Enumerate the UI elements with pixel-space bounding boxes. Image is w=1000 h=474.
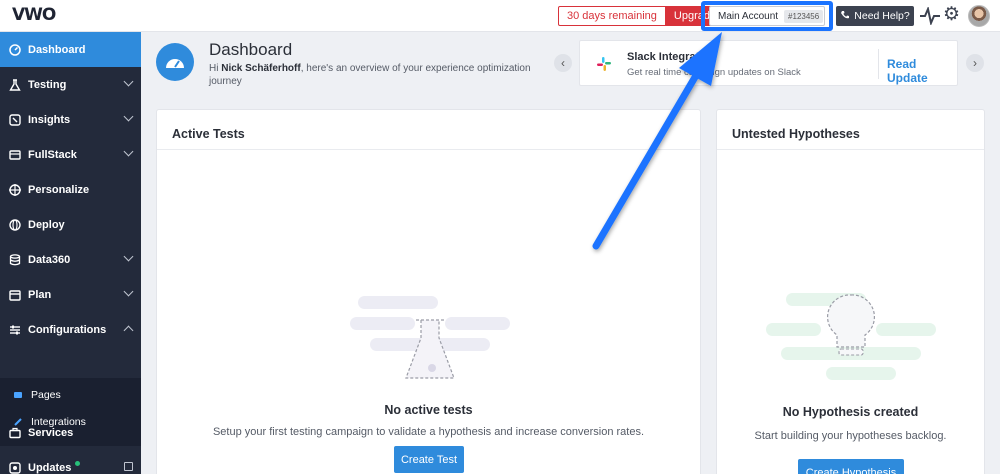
hypotheses-panel: Untested Hypotheses No Hypothesis create… — [716, 109, 985, 474]
announcement-card: Slack Integrat Get real time campaign up… — [579, 40, 958, 86]
sidebar-item-deploy[interactable]: Deploy — [0, 207, 141, 242]
trial-days-remaining: 30 days remaining — [558, 6, 666, 26]
sidebar-item-label: Deploy — [28, 218, 65, 231]
chevron-down-icon — [123, 111, 134, 122]
sidebar-item-fullstack[interactable]: FullStack — [0, 137, 141, 172]
sidebar-item-label: FullStack — [28, 148, 77, 161]
sidebar-item-personalize[interactable]: Personalize — [0, 172, 141, 207]
account-id: #123456 — [784, 9, 824, 23]
sidebar-item-plan[interactable]: Plan — [0, 277, 141, 312]
create-test-button[interactable]: Create Test — [394, 446, 464, 473]
phone-icon — [840, 10, 850, 23]
active-tests-title: Active Tests — [157, 110, 700, 150]
activity-icon[interactable] — [920, 7, 940, 25]
chevron-up-icon — [123, 325, 134, 336]
need-help-button[interactable]: Need Help? — [836, 6, 914, 26]
announcement-desc: Get real time campaign updates on Slack — [627, 67, 801, 78]
announcement-desc-visible: Get real time ca — [627, 67, 695, 78]
page-greeting: Hi Nick Schäferhoff, here's an overview … — [209, 62, 539, 88]
sidebar-item-label: Configurations — [28, 323, 107, 336]
empty-state-desc: Setup your first testing campaign to val… — [212, 426, 645, 438]
sliders-icon — [8, 323, 22, 337]
sidebar-item-label: Plan — [28, 288, 52, 301]
sidebar-item-services[interactable]: Services — [0, 415, 141, 450]
deploy-icon — [8, 218, 22, 232]
sidebar-item-label: Testing — [28, 78, 67, 91]
account-name: Main Account — [718, 10, 779, 22]
divider — [878, 49, 879, 79]
chevron-down-icon — [123, 146, 134, 157]
external-link-icon — [124, 462, 133, 471]
empty-state-title: No active tests — [384, 403, 473, 417]
empty-state-title: No Hypothesis created — [782, 405, 919, 419]
hypotheses-title: Untested Hypotheses — [717, 110, 984, 150]
trial-banner: 30 days remaining Upgrade — [558, 6, 725, 26]
page-title: Dashboard — [209, 40, 293, 59]
top-bar: VWO 30 days remaining Upgrade Main Accou… — [0, 0, 1000, 32]
sidebar-item-label: Services — [28, 426, 74, 439]
sidebar-item-label: Dashboard — [28, 43, 86, 56]
empty-state-desc: Start building your hypotheses backlog. — [754, 430, 947, 442]
chevron-down-icon — [123, 251, 134, 262]
sidebar-item-insights[interactable]: Insights — [0, 102, 141, 137]
avatar[interactable] — [968, 5, 990, 27]
create-hypothesis-button[interactable]: Create Hypothesis — [798, 459, 904, 474]
dashboard-gauge-icon — [156, 43, 194, 81]
announcement-desc-rest: mpaign updates on Slack — [694, 67, 801, 78]
dashboard-icon — [8, 43, 22, 57]
target-icon — [8, 183, 22, 197]
sidebar-item-testing[interactable]: Testing — [0, 67, 141, 102]
greeting-prefix: Hi — [209, 63, 222, 74]
sidebar-item-label: Insights — [28, 113, 71, 126]
calendar-icon — [8, 288, 22, 302]
user-name: Nick Schäferhoff — [221, 63, 301, 74]
vwo-logo[interactable]: VWO — [12, 5, 56, 25]
database-icon — [8, 253, 22, 267]
briefcase-icon — [8, 426, 22, 440]
flask-icon — [8, 78, 22, 92]
sidebar-item-label: Updates — [28, 461, 72, 474]
sidebar-subitem-pages[interactable]: Pages — [0, 381, 141, 408]
lightbulb-illustration-icon — [766, 293, 936, 380]
sidebar-item-updates[interactable]: Updates — [0, 450, 141, 474]
sidebar-item-data360[interactable]: Data360 — [0, 242, 141, 277]
active-tests-panel: Active Tests No active tests Setup your … — [156, 109, 701, 474]
announcement-title: Slack Integrat — [627, 51, 700, 63]
slack-icon — [597, 57, 611, 71]
flask-illustration-icon — [350, 296, 510, 379]
sidebar-subitem-label: Pages — [31, 388, 61, 401]
account-switcher[interactable]: Main Account #123456 — [709, 6, 825, 26]
read-update-link[interactable]: Read Update — [887, 57, 957, 85]
announcement-next-button[interactable]: › — [966, 54, 984, 72]
new-updates-dot — [75, 461, 81, 466]
sidebar-item-dashboard[interactable]: Dashboard — [0, 32, 141, 67]
chevron-down-icon — [123, 286, 134, 297]
sidebar-item-configurations[interactable]: Configurations — [0, 312, 141, 347]
sidebar-item-label: Data360 — [28, 253, 71, 266]
gear-icon[interactable]: ⚙ — [943, 5, 960, 25]
fullstack-icon — [8, 148, 22, 162]
sidebar-item-label: Personalize — [28, 183, 90, 196]
announcement-prev-button[interactable]: ‹ — [554, 54, 572, 72]
updates-icon — [8, 461, 22, 474]
sidebar: Dashboard Testing Insights FullStack Per… — [0, 32, 141, 474]
insights-icon — [8, 113, 22, 127]
need-help-label: Need Help? — [854, 10, 910, 22]
page-icon — [13, 390, 23, 400]
chevron-down-icon — [123, 76, 134, 87]
